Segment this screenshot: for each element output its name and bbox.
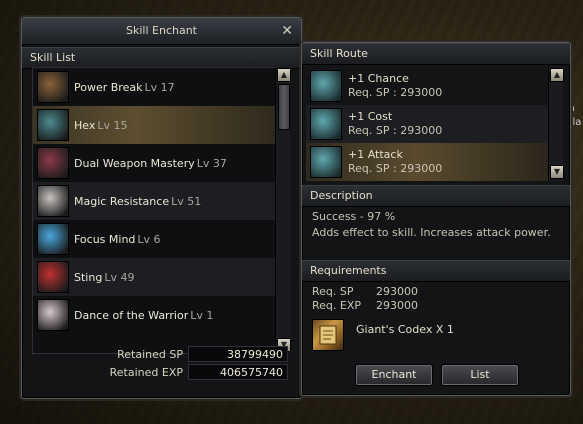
skill-level: Lv 6 <box>137 232 161 246</box>
skill-name: Sting <box>74 270 103 284</box>
skill-route-item[interactable]: +1 Attack Req. SP : 293000 <box>306 143 550 181</box>
skill-level: Lv 1 <box>190 308 214 322</box>
scroll-down-icon[interactable]: ▼ <box>550 165 564 179</box>
skill-list-item[interactable]: Focus Mind Lv 6 <box>33 220 288 258</box>
description-effect: Adds effect to skill. Increases attack p… <box>312 226 551 239</box>
route-requirement: Req. SP : 293000 <box>348 124 443 137</box>
scroll-thumb[interactable] <box>278 84 290 130</box>
sting-icon <box>37 261 69 293</box>
skill-name: Magic Resistance <box>74 194 170 208</box>
retained-sp-value: 38799490 <box>188 346 288 362</box>
hex-route-icon <box>310 70 342 102</box>
hex-icon <box>37 109 69 141</box>
skill-name: Dual Weapon Mastery <box>74 156 195 170</box>
skill-level: Lv 17 <box>144 80 175 94</box>
route-requirement: Req. SP : 293000 <box>348 86 443 99</box>
route-name: +1 Attack <box>348 148 403 161</box>
route-requirement: Req. SP : 293000 <box>348 162 443 175</box>
req-sp-row: Req. SP 293000 <box>312 285 418 298</box>
req-sp-label: Req. SP <box>312 285 354 298</box>
route-scrollbar[interactable]: ▲ ▼ <box>548 67 564 181</box>
skill-route-window: Skill Route +1 Chance Req. SP : 293000 +1 … <box>301 42 571 396</box>
skill-route-item[interactable]: +1 Chance Req. SP : 293000 <box>306 67 550 105</box>
skill-list-item[interactable]: Hex Lv 15 <box>33 106 288 144</box>
window-titlebar[interactable]: Skill Enchant ✕ <box>22 18 301 45</box>
dual-weapon-mastery-icon <box>37 147 69 179</box>
description-panel: Success - 97 % Adds effect to skill. Inc… <box>302 209 570 249</box>
skill-route-header: Skill Route <box>302 43 570 65</box>
scroll-up-icon[interactable]: ▲ <box>550 68 564 82</box>
focus-mind-icon <box>37 223 69 255</box>
retained-sp-label: Retained SP <box>117 348 183 361</box>
skill-list-scrollbar[interactable]: ▲ ▼ <box>275 67 291 354</box>
skill-list-item[interactable]: Dance of the Warrior Lv 1 <box>33 296 288 334</box>
route-name: +1 Cost <box>348 110 393 123</box>
route-name: +1 Chance <box>348 72 409 85</box>
description-header: Description <box>302 185 570 207</box>
hex-route-icon <box>310 146 342 178</box>
skill-name: Power Break <box>74 80 143 94</box>
codex-label: Giant's Codex X 1 <box>356 323 454 336</box>
skill-list-item[interactable]: Sting Lv 49 <box>33 258 288 296</box>
window-title: Skill Enchant <box>126 24 197 37</box>
close-icon[interactable]: ✕ <box>281 18 293 44</box>
skill-level: Lv 37 <box>196 156 227 170</box>
skill-level: Lv 49 <box>104 270 135 284</box>
route-text: +1 Attack Req. SP : 293000 <box>348 148 442 176</box>
scroll-up-icon[interactable]: ▲ <box>277 68 291 82</box>
skill-level: Lv 15 <box>97 118 128 132</box>
skill-level: Lv 51 <box>171 194 202 208</box>
skill-list-item[interactable]: Dual Weapon Mastery Lv 37 <box>33 144 288 182</box>
hex-route-icon <box>310 108 342 140</box>
route-text: +1 Chance Req. SP : 293000 <box>348 72 442 100</box>
req-exp-value: 293000 <box>376 299 418 312</box>
enchant-button[interactable]: Enchant <box>355 364 433 386</box>
retained-exp-label: Retained EXP <box>109 366 183 379</box>
req-exp-row: Req. EXP 293000 <box>312 299 418 312</box>
skill-enchant-window: Skill Enchant ✕ Skill List Power Break Lv… <box>21 17 302 399</box>
skill-name: Hex <box>74 118 96 132</box>
magic-resistance-icon <box>37 185 69 217</box>
list-button[interactable]: List <box>441 364 519 386</box>
skill-list-item[interactable]: Power Break Lv 17 <box>33 68 288 106</box>
dance-of-the-warrior-icon <box>37 299 69 331</box>
skill-name: Dance of the Warrior <box>74 308 189 322</box>
skill-list: Power Break Lv 17 Hex Lv 15 Dual Weapon Mast… <box>32 67 289 354</box>
route-text: +1 Cost Req. SP : 293000 <box>348 110 442 138</box>
skill-route-list: +1 Chance Req. SP : 293000 +1 Cost Req. SP … <box>306 67 550 181</box>
requirements-header: Requirements <box>302 260 570 282</box>
power-break-icon <box>37 71 69 103</box>
req-exp-label: Req. EXP <box>312 299 362 312</box>
retained-sp-row: Retained SP 38799490 <box>32 346 288 364</box>
req-sp-value: 293000 <box>376 285 418 298</box>
skill-route-item[interactable]: +1 Cost Req. SP : 293000 <box>306 105 550 143</box>
skill-list-header: Skill List <box>22 47 301 69</box>
skill-list-item[interactable]: Magic Resistance Lv 51 <box>33 182 288 220</box>
giants-codex-icon[interactable] <box>312 319 344 351</box>
skill-name: Focus Mind <box>74 232 136 246</box>
retained-exp-value: 406575740 <box>188 364 288 380</box>
description-success: Success - 97 % <box>312 210 396 223</box>
retained-exp-row: Retained EXP 406575740 <box>32 364 288 382</box>
